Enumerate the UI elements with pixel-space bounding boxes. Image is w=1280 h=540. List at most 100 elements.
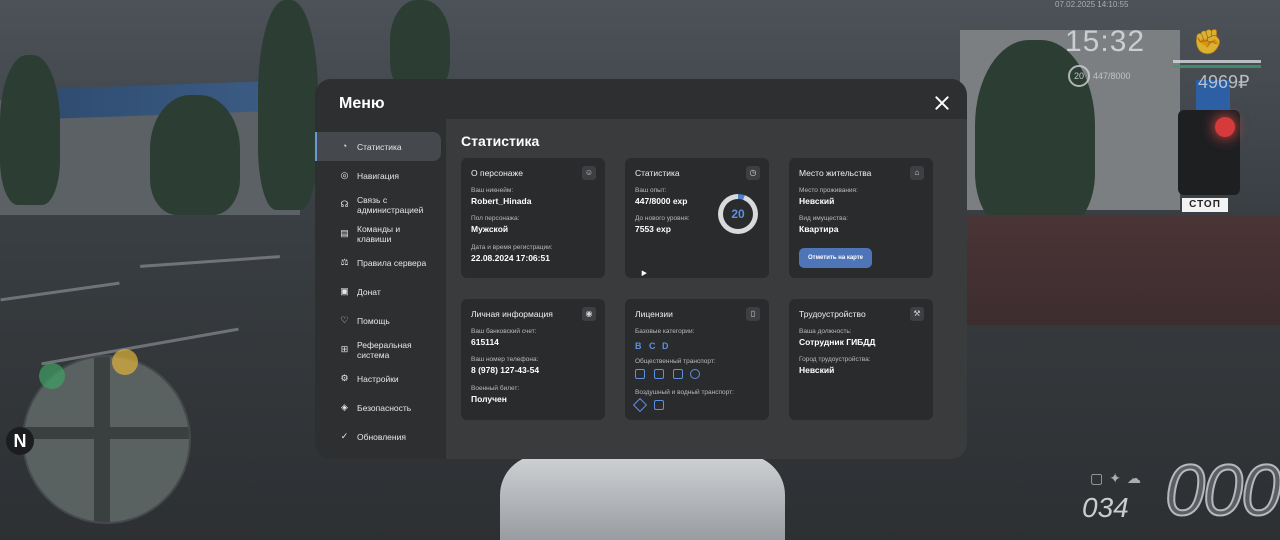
tree — [258, 0, 318, 210]
place-label: Место проживания: — [799, 187, 858, 194]
nav-label: Связь с администрацией — [357, 194, 424, 215]
nav-item-commands[interactable]: ▤ Команды и клавиши — [315, 219, 442, 248]
health-armor-bars — [1173, 60, 1261, 68]
hammer-icon: ⚒ — [910, 307, 924, 321]
minimap-road — [24, 427, 189, 439]
compass-icon: ◎ — [340, 170, 349, 180]
card-licenses: Лицензии ▯ Базовые категории: B C D Обще… — [625, 299, 769, 420]
tree — [390, 0, 450, 90]
nav-item-navigation[interactable]: ◎ Навигация — [315, 161, 442, 190]
nav-item-contact-admin[interactable]: ☊ Связь с администрацией — [315, 190, 442, 219]
card-title: Место жительства — [799, 168, 872, 178]
card-title: Лицензии — [635, 309, 673, 319]
share-icon: ⊞ — [340, 344, 349, 354]
pie-chart-icon: ◔ — [341, 141, 348, 151]
speedometer: 000 — [1164, 451, 1280, 531]
wallet-icon: ▣ — [340, 286, 349, 296]
nav-item-statistics[interactable]: ◔ Статистика — [315, 132, 441, 161]
level-progress-ring: 20 — [718, 194, 758, 234]
nav-item-settings[interactable]: ⚙ Настройки — [315, 364, 442, 393]
hud-money: 4969₽ — [1198, 72, 1250, 92]
nav-label: Реферальная система — [357, 339, 412, 360]
registration-label: Дата и время регистрации: — [471, 244, 553, 251]
nav-label: Команды и клавиши — [357, 223, 401, 244]
city-label: Город трудоустройства: — [799, 356, 871, 363]
city-value: Невский — [799, 365, 835, 375]
nav-item-help[interactable]: ♡ Помощь — [315, 306, 442, 335]
nav-label: Обновления — [357, 431, 406, 442]
menu-panel: Меню ◔ Статистика ◎ Навигация ☊ Связь с … — [315, 79, 967, 459]
tree — [0, 55, 60, 205]
nav-item-referral[interactable]: ⊞ Реферальная система — [315, 335, 442, 364]
heart-hand-icon: ♡ — [340, 315, 349, 325]
property-label: Вид имущества: — [799, 215, 848, 222]
nickname-label: Ваш никнейм: — [471, 187, 514, 194]
card-employment: Трудоустройство ⚒ Ваша должность: Сотруд… — [789, 299, 933, 420]
position-value: Сотрудник ГИБДД — [799, 337, 876, 347]
exp-value: 447/8000 exp — [635, 196, 688, 206]
nav-label: Помощь — [357, 315, 390, 326]
card-residence: Место жительства ⌂ Место проживания: Нев… — [789, 158, 933, 278]
check-circle-icon: ✓ — [340, 431, 349, 441]
minimap-road — [94, 357, 110, 522]
level-number: 20 — [723, 199, 753, 229]
stop-sign: СТОП — [1182, 198, 1228, 212]
phone-label: Ваш номер телефона: — [471, 356, 539, 363]
hud-exp: 447/8000 — [1093, 71, 1131, 81]
card-title: Личная информация — [471, 309, 553, 319]
bank-value: 615114 — [471, 337, 499, 347]
public-transport-label: Общественный транспорт: — [635, 358, 716, 365]
card-character: О персонаже ☺ Ваш никнейм: Robert_Hinada… — [461, 158, 605, 278]
pavement — [960, 215, 1280, 325]
boat-icon — [654, 400, 664, 410]
gender-value: Мужской — [471, 224, 509, 234]
plane-icon — [632, 397, 648, 413]
health-bar — [1173, 65, 1261, 68]
taxi-icon — [690, 369, 700, 379]
vehicle-status-icons: ▢✦☁ — [1090, 470, 1147, 486]
user-icon: ☺ — [582, 166, 596, 180]
next-level-label: До нового уровня: — [635, 215, 690, 222]
compass-north: N — [6, 427, 34, 455]
hud-date: 07.02.2025 14:10:55 — [1055, 0, 1129, 9]
card-stats: Статистика ◷ Ваш опыт: 447/8000 exp До н… — [625, 158, 769, 278]
hud-level-badge: 20 — [1068, 65, 1090, 87]
nav-label: Настройки — [357, 373, 399, 384]
fuel-readout: 034 — [1082, 492, 1129, 523]
license-category: B — [635, 341, 642, 351]
nav-label: Статистика — [357, 141, 402, 152]
basic-categories-label: Базовые категории: — [635, 328, 695, 335]
license-category: C — [649, 341, 656, 351]
nav-item-updates[interactable]: ✓ Обновления — [315, 422, 442, 451]
red-signal — [1215, 117, 1235, 137]
close-button[interactable] — [931, 93, 953, 115]
home-icon: ⌂ — [910, 166, 924, 180]
card-personal-info: Личная информация ◉ Ваш банковский счет:… — [461, 299, 605, 420]
card-title: О персонаже — [471, 168, 523, 178]
tree — [150, 95, 240, 215]
trolleybus-icon — [654, 369, 664, 379]
air-water-label: Воздушный и водный транспорт: — [635, 389, 734, 396]
nickname-value: Robert_Hinada — [471, 196, 532, 206]
nav-item-donate[interactable]: ▣ Донат — [315, 277, 442, 306]
mark-on-map-button[interactable]: Отметить на карте — [799, 248, 872, 268]
phone-value: 8 (978) 127-43-54 — [471, 365, 540, 375]
bus-stop-icon — [39, 363, 65, 389]
page-title: Статистика — [461, 133, 540, 149]
menu-title: Меню — [339, 95, 385, 112]
hud-clock: 15:32 — [1065, 25, 1146, 58]
gear-icon: ⚙ — [340, 373, 349, 383]
registration-value: 22.08.2024 17:06:51 — [471, 253, 550, 263]
card-title: Трудоустройство — [799, 309, 866, 319]
license-category: D — [662, 341, 669, 351]
bus-icon — [635, 369, 645, 379]
bank-label: Ваш банковский счет: — [471, 328, 537, 335]
statistics-content: Статистика О персонаже ☺ Ваш никнейм: Ro… — [446, 119, 967, 459]
nav-label: Донат — [357, 286, 381, 297]
property-value: Квартира — [799, 224, 839, 234]
document-icon: ▤ — [340, 228, 349, 238]
shield-icon: ◈ — [341, 402, 348, 412]
nav-item-security[interactable]: ◈ Безопасность — [315, 393, 442, 422]
nav-item-rules[interactable]: ⚖ Правила сервера — [315, 248, 442, 277]
gender-label: Пол персонажа: — [471, 215, 520, 222]
